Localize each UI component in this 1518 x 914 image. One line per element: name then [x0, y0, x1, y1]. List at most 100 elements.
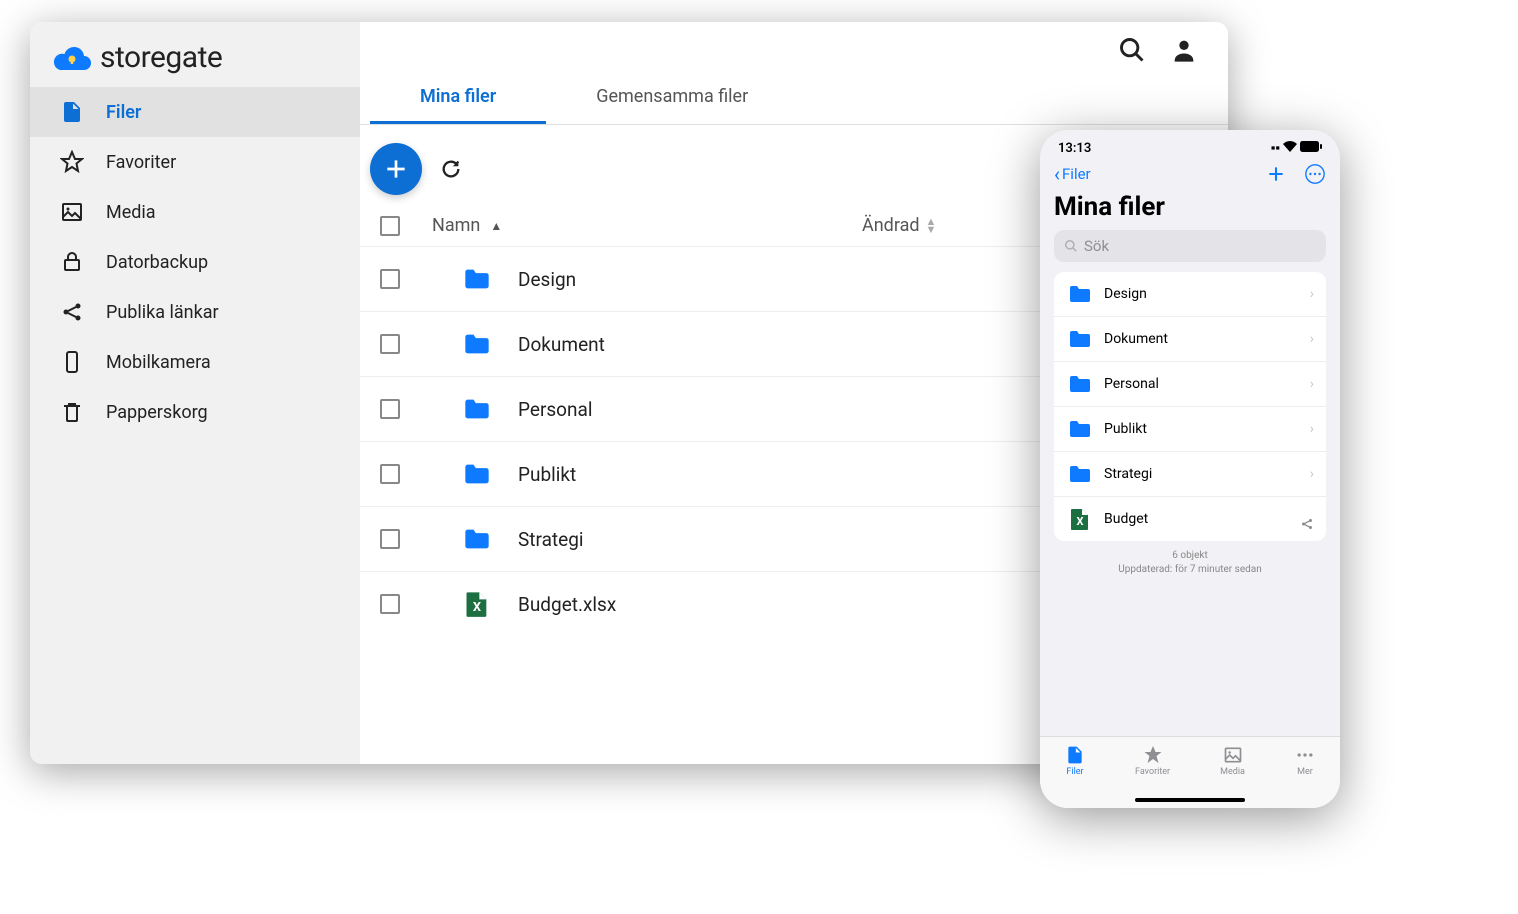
- sort-ascending-icon: ▲: [490, 219, 502, 233]
- chevron-right-icon: ›: [1310, 331, 1314, 347]
- row-checkbox[interactable]: [380, 269, 400, 289]
- more-icon: [1295, 745, 1315, 765]
- logo: storegate: [30, 22, 360, 87]
- sidebar-item-papperskorg[interactable]: Papperskorg: [30, 387, 360, 437]
- folder-icon: [1066, 327, 1094, 351]
- select-all-checkbox[interactable]: [380, 216, 400, 236]
- topbar: [360, 22, 1228, 64]
- row-checkbox[interactable]: [380, 334, 400, 354]
- sidebar-item-label: Datorbackup: [106, 252, 208, 273]
- mobile-status-icons: ▪▪: [1271, 140, 1322, 156]
- excel-icon: [1066, 507, 1094, 531]
- share-icon: [60, 300, 84, 324]
- folder-icon: [460, 525, 494, 553]
- mobile-search-input[interactable]: Sök: [1054, 230, 1326, 262]
- folder-icon: [460, 330, 494, 358]
- battery-icon: [1300, 141, 1322, 156]
- row-checkbox[interactable]: [380, 464, 400, 484]
- folder-icon: [1066, 462, 1094, 486]
- row-checkbox[interactable]: [380, 594, 400, 614]
- chevron-right-icon: ›: [1310, 376, 1314, 392]
- mobile-tab-mer[interactable]: Mer: [1295, 745, 1315, 777]
- add-button[interactable]: [370, 143, 422, 195]
- chevron-left-icon: ‹: [1054, 162, 1060, 186]
- sidebar-item-filer[interactable]: Filer: [30, 87, 360, 137]
- sidebar-item-label: Mobilkamera: [106, 352, 211, 373]
- signal-icon: ▪▪: [1271, 140, 1280, 156]
- brand-text: storegate: [100, 40, 222, 75]
- excel-icon: [460, 590, 494, 618]
- column-modified[interactable]: Ändrad ▲▼: [862, 215, 936, 236]
- star-icon: [1143, 745, 1163, 765]
- folder-icon: [1066, 417, 1094, 441]
- sidebar-item-label: Favoriter: [106, 152, 176, 173]
- sort-icon: ▲▼: [926, 218, 937, 233]
- folder-icon: [460, 265, 494, 293]
- mobile-status-bar: 13:13 ▪▪: [1040, 130, 1340, 158]
- column-name[interactable]: Namn ▲: [432, 215, 862, 236]
- sidebar-item-datorbackup[interactable]: Datorbackup: [30, 237, 360, 287]
- mobile-nav-bar: ‹ Filer: [1040, 158, 1340, 192]
- tab-gemensamma-filer[interactable]: Gemensamma filer: [546, 68, 798, 124]
- file-name: Budget: [1104, 511, 1314, 527]
- mobile-tab-filer[interactable]: Filer: [1065, 745, 1085, 777]
- image-icon: [60, 200, 84, 224]
- account-icon[interactable]: [1170, 36, 1198, 64]
- shared-icon: [1300, 516, 1314, 535]
- mobile-back-button[interactable]: ‹ Filer: [1054, 162, 1091, 186]
- mobile-add-button[interactable]: [1266, 164, 1286, 184]
- folder-icon: [460, 460, 494, 488]
- search-icon: [1064, 239, 1078, 253]
- chevron-right-icon: ›: [1310, 466, 1314, 482]
- mobile-file-row[interactable]: Strategi ›: [1054, 452, 1326, 497]
- folder-icon: [1066, 372, 1094, 396]
- mobile-more-button[interactable]: [1304, 163, 1326, 185]
- mobile-tab-media[interactable]: Media: [1220, 745, 1245, 777]
- sidebar-item-media[interactable]: Media: [30, 187, 360, 237]
- sidebar-item-label: Papperskorg: [106, 402, 208, 423]
- file-name: Design: [1104, 286, 1310, 302]
- wifi-icon: [1283, 141, 1297, 156]
- mobile-file-row[interactable]: Design ›: [1054, 272, 1326, 317]
- sidebar-item-label: Publika länkar: [106, 302, 219, 323]
- chevron-right-icon: ›: [1310, 286, 1314, 302]
- mobile-tab-bar: Filer Favoriter Media Mer: [1040, 736, 1340, 808]
- row-checkbox[interactable]: [380, 529, 400, 549]
- star-icon: [60, 150, 84, 174]
- mobile-file-row[interactable]: Dokument ›: [1054, 317, 1326, 362]
- search-icon[interactable]: [1118, 36, 1146, 64]
- mobile-window: 13:13 ▪▪ ‹ Filer Mina filer Sök Design ›: [1040, 130, 1340, 808]
- refresh-button[interactable]: [440, 158, 462, 180]
- sidebar-item-publika-lankar[interactable]: Publika länkar: [30, 287, 360, 337]
- file-name: Strategi: [1104, 466, 1310, 482]
- sidebar-item-favoriter[interactable]: Favoriter: [30, 137, 360, 187]
- file-name: Publikt: [1104, 421, 1310, 437]
- sidebar-item-label: Filer: [106, 102, 141, 123]
- sidebar: storegate Filer Favoriter Media Datorbac…: [30, 22, 360, 764]
- tab-mina-filer[interactable]: Mina filer: [370, 68, 546, 124]
- mobile-file-list: Design › Dokument › Personal › Publikt ›…: [1054, 272, 1326, 541]
- folder-icon: [460, 395, 494, 423]
- file-name: Dokument: [1104, 331, 1310, 347]
- file-icon: [1065, 745, 1085, 765]
- home-indicator: [1135, 798, 1245, 802]
- trash-icon: [60, 400, 84, 424]
- tabs: Mina filer Gemensamma filer: [360, 68, 1228, 125]
- cloud-logo-icon: [52, 44, 92, 72]
- phone-icon: [60, 350, 84, 374]
- sidebar-item-label: Media: [106, 202, 156, 223]
- mobile-file-row[interactable]: Personal ›: [1054, 362, 1326, 407]
- chevron-right-icon: ›: [1310, 421, 1314, 437]
- folder-icon: [1066, 282, 1094, 306]
- row-checkbox[interactable]: [380, 399, 400, 419]
- mobile-file-row[interactable]: Publikt ›: [1054, 407, 1326, 452]
- mobile-list-footer: 6 objekt Uppdaterad: för 7 minuter sedan: [1040, 541, 1340, 579]
- mobile-tab-favoriter[interactable]: Favoriter: [1135, 745, 1170, 777]
- file-icon: [60, 100, 84, 124]
- file-name: Personal: [1104, 376, 1310, 392]
- sidebar-nav: Filer Favoriter Media Datorbackup Publik…: [30, 87, 360, 437]
- sidebar-item-mobilkamera[interactable]: Mobilkamera: [30, 337, 360, 387]
- lock-icon: [60, 250, 84, 274]
- mobile-file-row[interactable]: Budget: [1054, 497, 1326, 541]
- mobile-time: 13:13: [1058, 141, 1091, 156]
